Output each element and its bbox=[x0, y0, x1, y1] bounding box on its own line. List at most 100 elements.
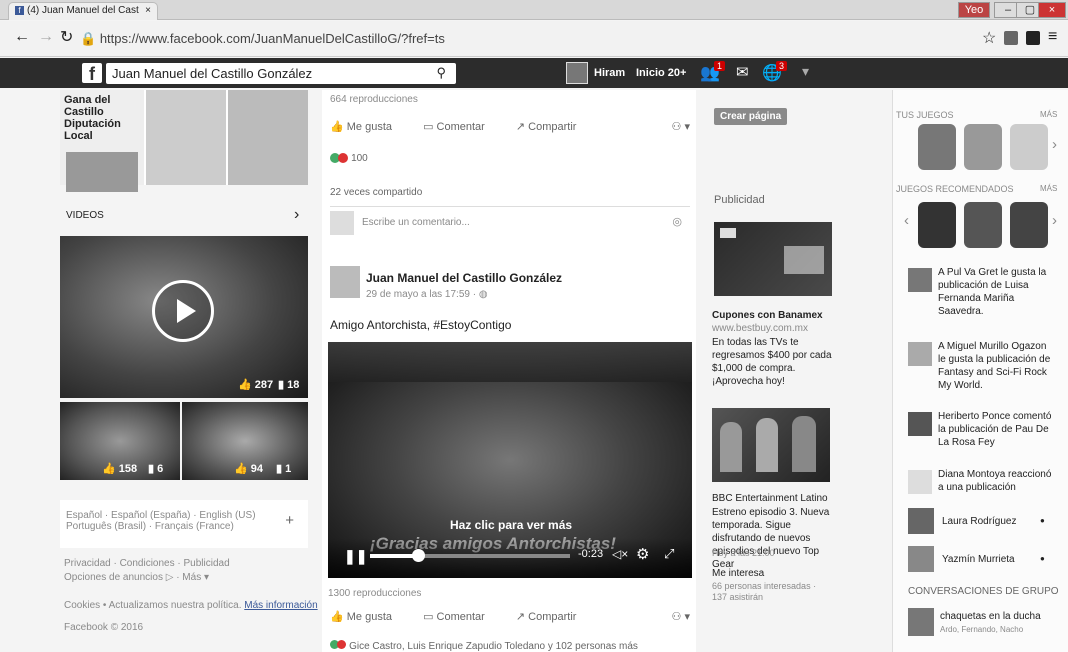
menu-icon[interactable]: ≡ bbox=[1048, 28, 1057, 46]
video-scrubber-handle[interactable] bbox=[412, 549, 425, 562]
interested-button[interactable]: Me interesa bbox=[712, 568, 764, 579]
add-language-icon[interactable]: + bbox=[285, 512, 294, 529]
like-button-2[interactable]: 👍 Me gusta bbox=[330, 611, 392, 623]
mute-icon[interactable]: ◁× bbox=[612, 547, 628, 561]
create-page-button[interactable]: Crear página bbox=[714, 108, 788, 125]
close-window-button[interactable]: × bbox=[1038, 2, 1066, 18]
ad1-body: En todas las TVs te regresamos $400 por … bbox=[712, 337, 832, 387]
audience-dropdown-icon[interactable]: ⚇ ▾ bbox=[672, 120, 690, 133]
share-button[interactable]: ↗ Compartir bbox=[516, 121, 577, 133]
post-video-player[interactable]: Haz clic para ver más ¡Gracias amigos An… bbox=[328, 342, 692, 578]
copyright: Facebook © 2016 bbox=[64, 622, 144, 633]
ticker-item-2[interactable]: A Miguel Murillo Ogazon le gusta la publ… bbox=[938, 340, 1056, 392]
recommended-prev-arrow-icon[interactable]: ‹ bbox=[904, 212, 909, 229]
contact-name-2[interactable]: Yazmín Murrieta bbox=[942, 554, 1015, 565]
home-link[interactable]: Inicio 20+ bbox=[636, 67, 686, 79]
group-avatar[interactable] bbox=[908, 608, 934, 636]
url-field[interactable]: 🔒 https://www.facebook.com/JuanManuelDel… bbox=[80, 28, 960, 50]
video-thumbnail-main[interactable]: 👍 287 ▮ 18 bbox=[60, 236, 308, 398]
comment-button[interactable]: ▭ Comentar bbox=[423, 121, 485, 133]
ad2-attendance: 66 personas interesadas · 137 asistirán bbox=[712, 581, 817, 602]
friends-badge: 1 bbox=[714, 61, 726, 71]
browser-tab-bar: f (4) Juan Manuel del Cast × Yeo – ▢ × bbox=[0, 0, 1068, 20]
comment-input[interactable]: Escribe un comentario... bbox=[362, 217, 470, 228]
ad1-title[interactable]: Cupones con Banamex bbox=[712, 310, 823, 321]
camera-icon[interactable]: ◎ bbox=[672, 215, 682, 228]
newspaper-photo-2[interactable] bbox=[146, 90, 226, 185]
back-arrow-icon[interactable]: ← bbox=[14, 28, 30, 46]
reload-icon[interactable]: ↻ bbox=[60, 27, 73, 47]
profile-link[interactable]: Hiram bbox=[594, 67, 625, 79]
ticker-item-3[interactable]: Heriberto Ponce comentó la publicación d… bbox=[938, 410, 1056, 449]
game-thumb-2[interactable] bbox=[964, 124, 1002, 170]
video-overlay-text[interactable]: Haz clic para ver más bbox=[450, 518, 572, 532]
ad2-title[interactable]: BBC Entertainment Latino bbox=[712, 493, 828, 504]
language-links-1[interactable]: Español · Español (España) · English (US… bbox=[66, 510, 302, 521]
author-avatar[interactable] bbox=[330, 266, 360, 298]
shared-count[interactable]: 22 veces compartido bbox=[330, 187, 422, 198]
browser-tab[interactable]: f (4) Juan Manuel del Cast × bbox=[8, 2, 158, 20]
video-thumbnail-3[interactable]: 👍 94 ▮ 1 bbox=[182, 402, 308, 480]
video-settings-gear-icon[interactable]: ⚙ bbox=[636, 545, 649, 563]
ticker-avatar-4[interactable] bbox=[908, 470, 932, 494]
ad1-site[interactable]: www.bestbuy.com.mx bbox=[712, 323, 808, 334]
forward-arrow-icon[interactable]: → bbox=[38, 28, 54, 46]
ticker-item-1[interactable]: A Pul Va Gret le gusta la publicación de… bbox=[938, 266, 1056, 318]
reaction-love-2-icon bbox=[337, 640, 346, 649]
video-time: -0:23 bbox=[578, 548, 604, 560]
share-button-2[interactable]: ↗ Compartir bbox=[516, 611, 577, 623]
newspaper-photo-1[interactable]: Gana del Castillo Diputación Local bbox=[60, 90, 144, 192]
ticker-avatar-1[interactable] bbox=[908, 268, 932, 292]
videos-more-arrow-icon[interactable]: › bbox=[294, 206, 299, 224]
search-input[interactable]: Juan Manuel del Castillo González ⚲ bbox=[106, 63, 456, 84]
play-button-icon[interactable] bbox=[152, 280, 214, 342]
audience-dropdown-2-icon[interactable]: ⚇ ▾ bbox=[672, 610, 690, 623]
games-next-arrow-icon[interactable]: › bbox=[1052, 136, 1057, 153]
extension-icon[interactable] bbox=[1004, 31, 1018, 45]
top-post-actions: 👍 Me gusta ▭ Comentar ↗ Compartir ⚇ ▾ bbox=[330, 120, 690, 133]
recommended-games-more[interactable]: MÁS bbox=[1040, 184, 1057, 193]
ticker-avatar-3[interactable] bbox=[908, 412, 932, 436]
facebook-logo-icon[interactable]: f bbox=[82, 63, 102, 84]
messages-icon[interactable]: ✉ bbox=[736, 63, 749, 81]
pause-icon[interactable]: ❚❚ bbox=[344, 548, 367, 565]
post-timestamp[interactable]: 29 de mayo a las 17:59 · ◍ bbox=[366, 289, 488, 300]
your-games-more[interactable]: MÁS bbox=[1040, 110, 1057, 119]
language-links-2[interactable]: Português (Brasil) · Français (France) bbox=[66, 521, 302, 532]
contact-name-1[interactable]: Laura Rodríguez bbox=[942, 516, 1017, 527]
recommended-next-arrow-icon[interactable]: › bbox=[1052, 212, 1057, 229]
rec-game-3[interactable] bbox=[1010, 202, 1048, 248]
search-icon[interactable]: ⚲ bbox=[436, 65, 446, 81]
ad2-body: Estreno episodio 3. Nueva temporada. Sig… bbox=[712, 507, 830, 570]
like-button[interactable]: 👍 Me gusta bbox=[330, 121, 392, 133]
ad1-image[interactable] bbox=[714, 222, 832, 296]
user-profile-button[interactable]: Yeo bbox=[958, 2, 990, 18]
game-thumb-3[interactable] bbox=[1010, 124, 1048, 170]
reactions-summary[interactable]: 100 bbox=[330, 152, 368, 164]
more-info-link[interactable]: Más información bbox=[244, 600, 317, 611]
video-progress-track[interactable] bbox=[370, 554, 570, 558]
fullscreen-icon[interactable]: ⤢ bbox=[664, 546, 674, 562]
video-thumbnail-2[interactable]: 👍 158 ▮ 6 bbox=[60, 402, 180, 480]
post-author[interactable]: Juan Manuel del Castillo González bbox=[366, 271, 562, 285]
comment-button-2[interactable]: ▭ Comentar bbox=[423, 611, 485, 623]
rec-game-1[interactable] bbox=[918, 202, 956, 248]
contact-avatar-1[interactable] bbox=[908, 508, 934, 534]
settings-icon[interactable]: ▾ bbox=[802, 63, 809, 80]
ticker-avatar-2[interactable] bbox=[908, 342, 932, 366]
footer-links-2[interactable]: Opciones de anuncios ▷ · Más ▾ bbox=[64, 572, 209, 583]
ad2-image[interactable] bbox=[712, 408, 830, 482]
ticker-item-4[interactable]: Diana Montoya reaccionó a una publicació… bbox=[938, 468, 1056, 494]
extension2-icon[interactable] bbox=[1026, 31, 1040, 45]
group-name[interactable]: chaquetas en la ducha bbox=[940, 611, 1041, 622]
footer-links-1[interactable]: Privacidad · Condiciones · Publicidad bbox=[64, 558, 230, 569]
game-thumb-1[interactable] bbox=[918, 124, 956, 170]
photos-grid[interactable]: Gana del Castillo Diputación Local bbox=[60, 90, 308, 192]
contact-avatar-2[interactable] bbox=[908, 546, 934, 572]
rec-game-2[interactable] bbox=[964, 202, 1002, 248]
reactors-line[interactable]: Gice Castro, Luis Enrique Zapudio Toleda… bbox=[330, 640, 638, 652]
user-avatar[interactable] bbox=[566, 62, 588, 84]
tab-close-icon[interactable]: × bbox=[145, 5, 151, 16]
newspaper-photo-3[interactable] bbox=[228, 90, 308, 185]
bookmark-star-icon[interactable]: ☆ bbox=[982, 28, 996, 48]
